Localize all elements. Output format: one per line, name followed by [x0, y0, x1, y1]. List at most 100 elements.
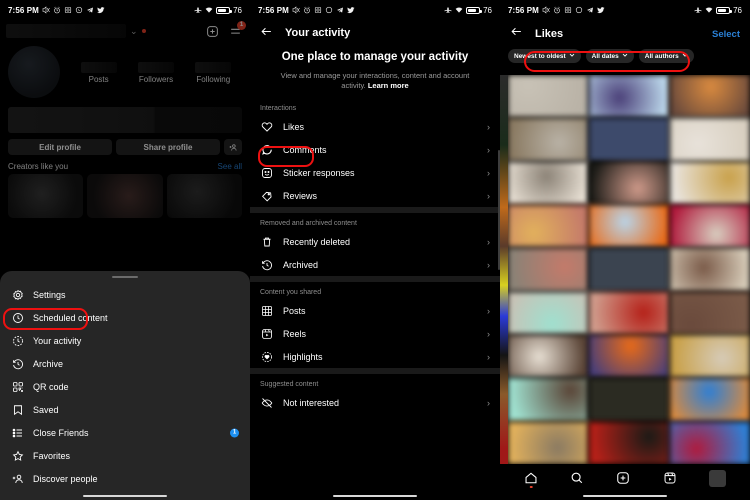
grid-photo-cell[interactable]: [670, 378, 750, 421]
page-title: Your activity: [285, 26, 351, 39]
list-item-not-interested[interactable]: Not interested ›: [250, 391, 500, 414]
grid-photo-cell[interactable]: [670, 248, 750, 291]
chevron-right-icon: ›: [487, 259, 490, 270]
grid-photo-cell[interactable]: [508, 378, 588, 421]
sidebar-item-label: Discover people: [33, 473, 98, 484]
grid-photo-cell[interactable]: [670, 75, 750, 118]
sidebar-item-close-friends[interactable]: Close Friends 1: [0, 421, 250, 444]
create-icon[interactable]: [616, 471, 630, 485]
alarm-icon: [554, 6, 560, 14]
grid-photo-cell[interactable]: [508, 161, 588, 204]
sidebar-item-scheduled-content[interactable]: Scheduled content: [0, 306, 250, 329]
filter-all-authors[interactable]: All authors: [638, 49, 694, 63]
sticker-face-icon: [260, 166, 273, 179]
discover-people-icon: [11, 472, 24, 485]
grid-photo-cell[interactable]: [670, 291, 750, 334]
status-bar-left: 7:56 PM: [8, 6, 105, 15]
sidebar-item-label: Settings: [33, 289, 66, 300]
reels-nav-icon[interactable]: [663, 471, 677, 485]
grid-photo-cell[interactable]: [589, 291, 669, 334]
grid-photo-cell[interactable]: [508, 334, 588, 378]
back-arrow-icon[interactable]: [510, 25, 523, 43]
sidebar-item-qr-code[interactable]: QR code: [0, 375, 250, 398]
grid-photo-cell[interactable]: [508, 421, 588, 464]
list-item-highlights[interactable]: Highlights ›: [250, 345, 500, 368]
screenshot-icon: [314, 6, 321, 14]
heart-icon: [260, 120, 273, 133]
grid-photo-cell[interactable]: [589, 204, 669, 248]
filter-all-dates[interactable]: All dates: [585, 49, 634, 63]
sidebar-item-favorites[interactable]: Favorites: [0, 444, 250, 467]
list-item-reels[interactable]: Reels ›: [250, 322, 500, 345]
profile-avatar[interactable]: [708, 469, 726, 487]
grid-photo-cell[interactable]: [670, 118, 750, 161]
activity-clock-icon: [11, 334, 24, 347]
list-item-reviews[interactable]: Reviews ›: [250, 184, 500, 207]
grid-photo-cell[interactable]: [508, 248, 588, 291]
list-item-label: Archived: [283, 259, 319, 270]
sheet-grab-handle[interactable]: [112, 275, 138, 278]
list-item-archived[interactable]: Archived ›: [250, 253, 500, 276]
panel-likes: 7:56 PM 76 Likes Select Newest to oldest…: [500, 0, 750, 500]
grid-photo-cell[interactable]: [589, 161, 669, 204]
panel-instagram-profile: 7:56 PM 76 ⌄ 1 Posts Followers Following…: [0, 0, 250, 500]
scrollbar[interactable]: [498, 150, 500, 270]
grid-photo-cell[interactable]: [589, 334, 669, 378]
section-header-interactions: Interactions: [260, 105, 297, 113]
search-icon[interactable]: [570, 471, 584, 485]
chevron-down-icon: [569, 52, 575, 60]
airplane-icon: [194, 7, 202, 13]
telegram-icon: [86, 7, 93, 13]
whatsapp-icon: [75, 6, 83, 14]
list-item-recently-deleted[interactable]: Recently deleted ›: [250, 230, 500, 253]
alarm-icon: [54, 6, 60, 14]
grid-photo-cell[interactable]: [508, 118, 588, 161]
grid-photo-cell[interactable]: [589, 248, 669, 291]
grid-photo-cell[interactable]: [508, 291, 588, 334]
hero-title: One place to manage your activity: [281, 51, 469, 63]
filter-sort-order[interactable]: Newest to oldest: [508, 49, 581, 63]
battery-icon: [716, 6, 732, 14]
qr-code-icon: [11, 380, 24, 393]
sidebar-item-label: Archive: [33, 358, 64, 369]
back-arrow-icon[interactable]: [260, 25, 273, 40]
grid-photo-cell[interactable]: [508, 75, 588, 118]
grid-photo-cell[interactable]: [670, 334, 750, 378]
status-bar: 7:56 PM 76: [0, 0, 250, 20]
highlights-icon: [260, 350, 273, 363]
grid-photo-cell[interactable]: [670, 161, 750, 204]
grid-photo-cell[interactable]: [670, 204, 750, 248]
select-button[interactable]: Select: [712, 29, 740, 40]
sidebar-item-archive[interactable]: Archive: [0, 352, 250, 375]
learn-more-link[interactable]: Learn more: [368, 81, 409, 90]
sidebar-item-your-activity[interactable]: Your activity: [0, 329, 250, 352]
grid-photo-cell[interactable]: [589, 378, 669, 421]
grid-photo-cell[interactable]: [589, 421, 669, 464]
status-time: 7:56 PM: [508, 5, 539, 15]
whatsapp-icon: [575, 6, 583, 14]
sidebar-item-settings[interactable]: Settings: [0, 283, 250, 306]
chevron-down-icon: [622, 52, 628, 60]
sidebar-item-discover-people[interactable]: Discover people: [0, 467, 250, 490]
grid-photo-cell[interactable]: [508, 204, 588, 248]
alarm-icon: [304, 6, 310, 14]
list-item-posts[interactable]: Posts ›: [250, 299, 500, 322]
grid-photo-cell[interactable]: [589, 118, 669, 161]
grid-photo-cell[interactable]: [589, 75, 669, 118]
three-screenshot-sequence: 7:56 PM 76 ⌄ 1 Posts Followers Following…: [0, 0, 750, 500]
chevron-right-icon: ›: [487, 305, 490, 316]
close-friends-badge: 1: [230, 428, 239, 437]
home-icon[interactable]: [524, 471, 538, 488]
filter-label: All dates: [591, 52, 619, 60]
list-item-label: Reels: [283, 328, 307, 339]
list-item-sticker-responses[interactable]: Sticker responses ›: [250, 161, 500, 184]
filter-chips: Newest to oldest All dates All authors: [500, 46, 750, 69]
list-item-likes[interactable]: Likes ›: [250, 115, 500, 138]
sidebar-item-label: Favorites: [33, 450, 71, 461]
list-item-comments[interactable]: Comments ›: [250, 138, 500, 161]
grid-photo-cell[interactable]: [670, 421, 750, 464]
status-bar-right: 76: [694, 6, 742, 15]
section-header-content-you-shared: Content you shared: [260, 289, 322, 297]
sidebar-item-saved[interactable]: Saved: [0, 398, 250, 421]
tag-icon: [260, 189, 273, 202]
